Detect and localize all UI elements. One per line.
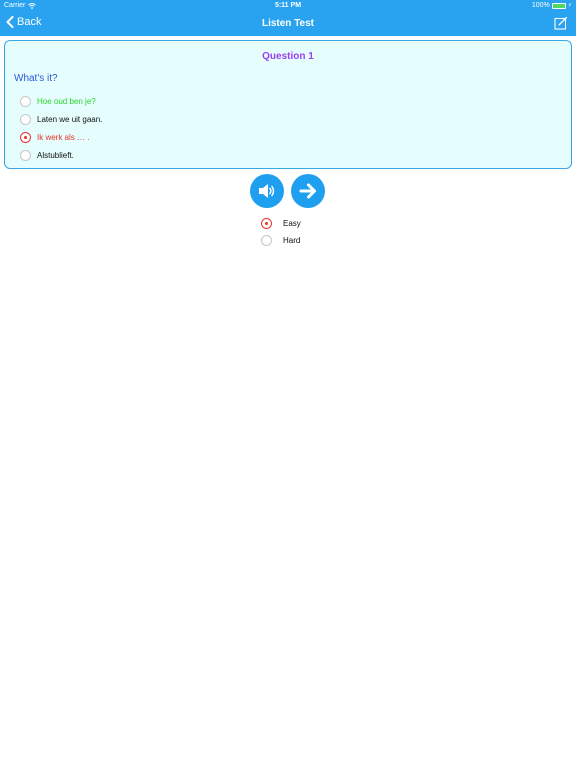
arrow-right-icon [299,183,316,199]
question-title: Question 1 [262,51,314,62]
difficulty-selector: Easy Hard [261,215,301,249]
playback-controls [250,174,326,208]
battery-icon [551,2,566,9]
speaker-icon [259,184,275,198]
radio-button-selected[interactable] [261,218,272,229]
answer-text: Hoe oud ben je? [37,96,96,106]
top-bar: Carrier 5:11 PM 100% ⚡ Back Listen Test [0,0,576,36]
radio-button-selected[interactable] [20,131,31,143]
radio-button[interactable] [20,149,31,161]
next-question-button[interactable] [291,174,325,208]
difficulty-easy[interactable]: Easy [261,215,301,232]
charging-icon: ⚡ [567,3,572,9]
answer-text: Laten we uit gaan. [37,114,103,124]
answer-option-2[interactable]: Laten we uit gaan. [20,110,102,128]
answer-text: Alstublieft. [37,150,74,160]
answer-options: Hoe oud ben je? Laten we uit gaan. Ik we… [20,92,102,164]
answer-option-3[interactable]: Ik werk als … . [20,128,102,146]
difficulty-label: Easy [283,219,301,228]
navigation-bar: Back Listen Test [0,12,576,36]
question-prompt: What's it? [14,73,58,84]
play-audio-button[interactable] [250,174,284,208]
difficulty-hard[interactable]: Hard [261,232,301,249]
status-time: 5:11 PM [274,2,302,9]
question-card: Question 1 What's it? Hoe oud ben je? La… [4,40,572,169]
answer-text: Ik werk als … . [37,132,90,142]
radio-button[interactable] [20,113,31,125]
radio-button[interactable] [20,95,31,107]
battery-group: 100% ⚡ [532,2,572,9]
status-bar: Carrier 5:11 PM 100% ⚡ [0,0,576,12]
answer-option-4[interactable]: Alstublieft. [20,146,102,164]
answer-option-1[interactable]: Hoe oud ben je? [20,92,102,110]
compose-icon [554,16,568,30]
battery-percent: 100% [531,2,550,9]
difficulty-label: Hard [283,236,301,245]
radio-button[interactable] [261,235,272,246]
page-title: Listen Test [261,18,315,29]
compose-button[interactable] [554,16,568,30]
